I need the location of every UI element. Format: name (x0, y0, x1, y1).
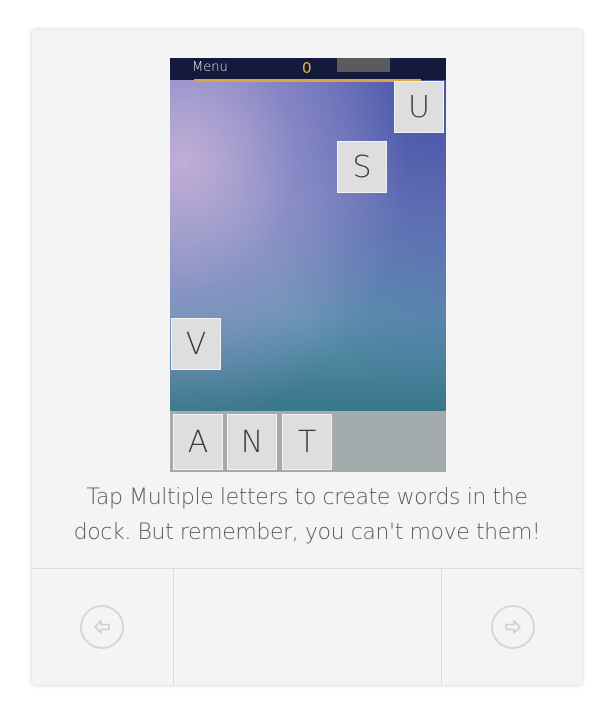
caption-line-1: Tap Multiple letters to create words in … (86, 485, 528, 510)
tutorial-caption: Tap Multiple letters to create words in … (32, 480, 582, 550)
nav-divider-right (441, 569, 442, 685)
letter-tile-s[interactable]: S (337, 141, 387, 193)
timer-bar (194, 79, 421, 82)
letter-tile-v[interactable]: V (171, 318, 221, 370)
nav-divider (32, 568, 582, 569)
arrow-left-circle-icon (94, 620, 110, 634)
dock-tile-a[interactable]: A (173, 414, 223, 470)
score-counter: 0 (302, 59, 312, 77)
game-screenshot: Menu 0 U S V A N T (170, 58, 446, 472)
game-top-bar: Menu 0 (170, 58, 446, 80)
menu-button[interactable]: Menu (192, 60, 228, 75)
next-button[interactable] (491, 605, 535, 649)
dock-tile-n[interactable]: N (227, 414, 277, 470)
arrow-right-circle-icon (505, 620, 521, 634)
caption-line-2: dock. But remember, you can't move them! (73, 520, 541, 545)
nav-divider-left (173, 569, 174, 685)
previous-button[interactable] (80, 605, 124, 649)
letter-tile-u[interactable]: U (394, 81, 444, 133)
top-bar-slot (337, 58, 390, 72)
tutorial-card: Menu 0 U S V A N T Tap Multiple letters … (32, 30, 582, 685)
word-dock: A N T (170, 411, 446, 472)
dock-tile-t[interactable]: T (282, 414, 332, 470)
